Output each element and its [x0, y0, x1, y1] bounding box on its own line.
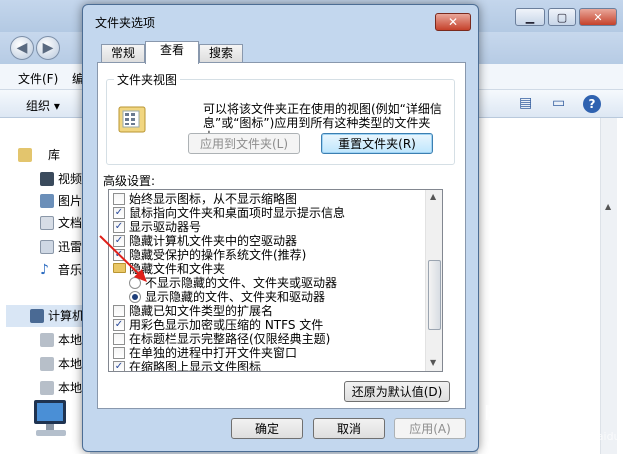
watermark-url: jingyan.baidu.com [546, 430, 623, 443]
setting-label: 隐藏受保护的操作系统文件(推荐) [129, 248, 307, 262]
drive-icon [40, 333, 54, 347]
radio-selected[interactable] [129, 291, 141, 303]
setting-label: 鼠标指向文件夹和桌面项时显示提示信息 [129, 206, 346, 220]
setting-label: 隐藏已知文件类型的扩展名 [129, 304, 274, 318]
sidebar-item-pictures[interactable]: 图片 [58, 192, 82, 210]
help-icon[interactable]: ? [583, 95, 601, 113]
dialog-title: 文件夹选项 [95, 16, 156, 30]
menu-file[interactable]: 文件(F) [18, 70, 58, 87]
checkbox-checked[interactable]: ✓ [113, 319, 125, 331]
setting-row[interactable]: ✓ 隐藏计算机文件夹中的空驱动器 [109, 234, 419, 248]
tab-general[interactable]: 常规 [101, 44, 145, 63]
setting-label: 显示驱动器号 [129, 220, 202, 234]
sidebar-item-video[interactable]: 视频 [58, 170, 82, 188]
folder-options-dialog: 文件夹选项 ✕ 常规 查看 搜索 文件夹视图 可以将该文件夹正在使用的视图(例如… [82, 4, 479, 452]
restore-defaults-button[interactable]: 还原为默认值(D) [344, 381, 450, 402]
setting-label: 隐藏文件和文件夹 [129, 262, 226, 276]
setting-row[interactable]: ✓ 显示驱动器号 [109, 220, 419, 234]
scroll-up-icon[interactable]: ▲ [430, 192, 436, 201]
setting-label: 不显示隐藏的文件、文件夹或驱动器 [145, 276, 338, 290]
documents-icon [40, 216, 54, 230]
settings-scrollbar[interactable]: ▲ ▼ [425, 190, 442, 371]
setting-row[interactable]: 显示隐藏的文件、文件夹和驱动器 [109, 290, 419, 304]
checkbox-unchecked[interactable] [113, 347, 125, 359]
setting-label: 在缩略图上显示文件图标 [129, 360, 262, 372]
folder-view-icon [118, 106, 146, 133]
reset-folders-button[interactable]: 重置文件夹(R) [321, 133, 433, 154]
sidebar-item-computer[interactable]: 计算机 [48, 307, 84, 325]
folder-icon [113, 263, 126, 273]
close-button[interactable]: ✕ [435, 13, 471, 31]
computer-large-icon [34, 400, 66, 436]
checkbox-checked[interactable]: ✓ [113, 235, 125, 247]
sidebar-item-local-disk[interactable]: 本地 [58, 355, 82, 373]
library-icon [18, 148, 32, 162]
setting-label: 隐藏计算机文件夹中的空驱动器 [129, 234, 298, 248]
checkbox-checked[interactable]: ✓ [113, 249, 125, 261]
setting-row[interactable]: 在单独的进程中打开文件夹窗口 [109, 346, 419, 360]
back-icon[interactable]: ◀ [10, 36, 34, 60]
advanced-settings-list[interactable]: 始终显示图标，从不显示缩略图 ✓ 鼠标指向文件夹和桌面项时显示提示信息 ✓ 显示驱动器号… [108, 189, 443, 372]
setting-label: 在单独的进程中打开文件夹窗口 [129, 346, 298, 360]
setting-row[interactable]: ✓ 用彩色显示加密或压缩的 NTFS 文件 [109, 318, 419, 332]
watermark-brand: Bai 经验 [484, 401, 567, 425]
setting-row[interactable]: ✓ 鼠标指向文件夹和桌面项时显示提示信息 [109, 206, 419, 220]
advanced-settings-label: 高级设置: [103, 174, 156, 188]
sidebar-item-documents[interactable]: 文档 [58, 214, 82, 232]
checkbox-checked[interactable]: ✓ [113, 221, 125, 233]
setting-row[interactable]: 隐藏已知文件类型的扩展名 [109, 304, 419, 318]
setting-row[interactable]: 隐藏文件和文件夹 [109, 262, 419, 276]
drive-icon [40, 381, 54, 395]
tab-search[interactable]: 搜索 [199, 44, 243, 63]
minimize-icon[interactable]: ▁ [515, 8, 545, 26]
setting-label: 用彩色显示加密或压缩的 NTFS 文件 [129, 318, 324, 332]
view-tab-panel: 文件夹视图 可以将该文件夹正在使用的视图(例如“详细信息”或“图标”)应用到所有… [97, 62, 466, 409]
forward-icon[interactable]: ▶ [36, 36, 60, 60]
checkbox-checked[interactable]: ✓ [113, 207, 125, 219]
organize-button[interactable]: 组织 ▾ [26, 97, 60, 114]
setting-row[interactable]: ✓ 隐藏受保护的操作系统文件(推荐) [109, 248, 419, 262]
music-icon: ♪ [40, 262, 49, 278]
sidebar-item-library[interactable]: 库 [48, 146, 60, 164]
computer-small-icon [30, 309, 44, 323]
ok-button[interactable]: 确定 [231, 418, 303, 439]
file-list-scrollbar[interactable]: ▲ [600, 118, 617, 454]
video-icon [40, 172, 54, 186]
preview-pane-icon[interactable]: ▭ [552, 95, 565, 113]
setting-label: 始终显示图标，从不显示缩略图 [129, 192, 298, 206]
checkbox-unchecked[interactable] [113, 193, 125, 205]
setting-row[interactable]: ✓ 在缩略图上显示文件图标 [109, 360, 419, 372]
xunlei-icon [40, 240, 54, 254]
apply-button[interactable]: 应用(A) [394, 418, 466, 439]
setting-row[interactable]: 不显示隐藏的文件、文件夹或驱动器 [109, 276, 419, 290]
folder-view-legend: 文件夹视图 [114, 71, 181, 88]
sidebar-item-music[interactable]: 音乐 [58, 261, 82, 279]
sidebar-item-local-disk[interactable]: 本地 [58, 379, 82, 397]
explorer-close-icon[interactable]: ✕ [579, 8, 617, 26]
setting-label: 显示隐藏的文件、文件夹和驱动器 [145, 290, 326, 304]
setting-row[interactable]: 在标题栏显示完整路径(仅限经典主题) [109, 332, 419, 346]
drive-icon [40, 357, 54, 371]
checkbox-checked[interactable]: ✓ [113, 361, 125, 371]
scrollbar-thumb[interactable] [428, 260, 441, 330]
scroll-up-icon[interactable]: ▲ [605, 202, 611, 211]
apply-to-folders-button[interactable]: 应用到文件夹(L) [188, 133, 300, 154]
checkbox-unchecked[interactable] [113, 305, 125, 317]
maximize-icon[interactable]: ▢ [548, 8, 576, 26]
view-options-icon[interactable]: ▤ [519, 95, 532, 113]
sidebar-item-local-disk[interactable]: 本地 [58, 331, 82, 349]
radio-unselected[interactable] [129, 277, 141, 289]
pictures-icon [40, 194, 54, 208]
checkbox-unchecked[interactable] [113, 333, 125, 345]
cancel-button[interactable]: 取消 [313, 418, 385, 439]
setting-label: 在标题栏显示完整路径(仅限经典主题) [129, 332, 331, 346]
scroll-down-icon[interactable]: ▼ [430, 358, 436, 367]
tab-view[interactable]: 查看 [145, 41, 199, 64]
sidebar-item-xunlei[interactable]: 迅雷 [58, 238, 82, 256]
setting-row[interactable]: 始终显示图标，从不显示缩略图 [109, 192, 419, 206]
